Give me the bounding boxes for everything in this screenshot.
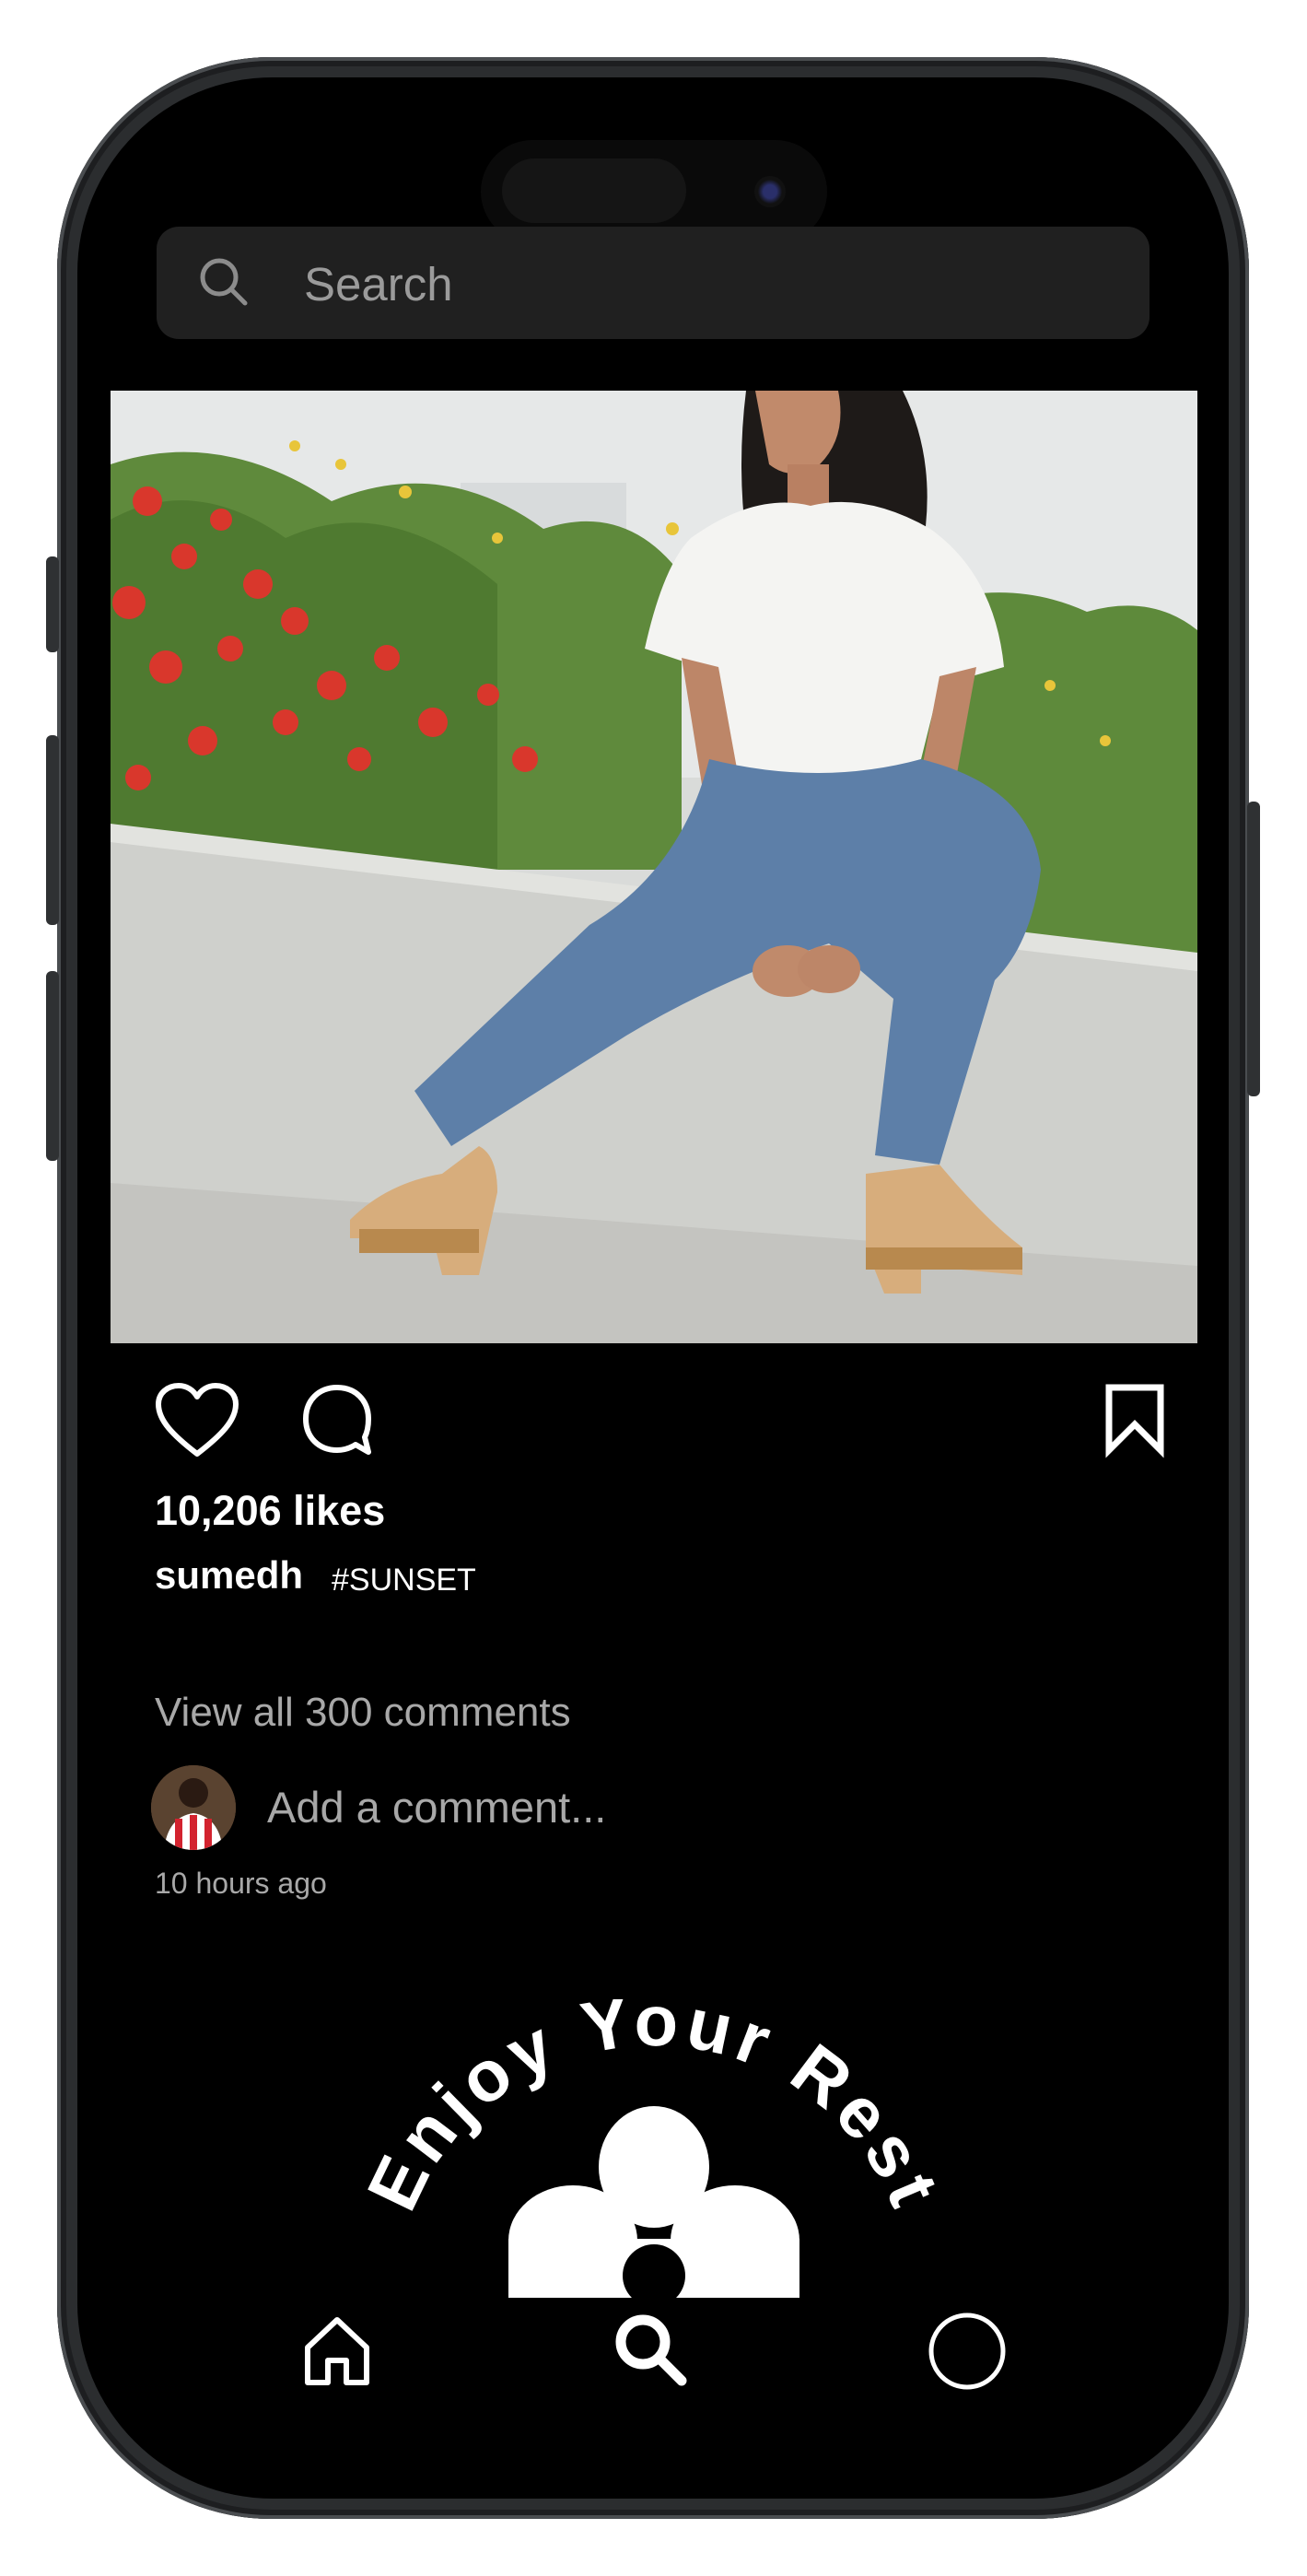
- home-icon: [305, 2317, 369, 2385]
- search-icon: [195, 253, 252, 310]
- island-sensor: [502, 158, 686, 223]
- nav-profile-button[interactable]: [927, 2311, 1008, 2392]
- heart-icon: [156, 1383, 239, 1457]
- volume-up-button: [46, 735, 59, 925]
- circle-icon: [928, 2313, 1006, 2390]
- post-image[interactable]: [111, 391, 1197, 1343]
- front-camera: [754, 176, 786, 207]
- comment-bubble-icon: [303, 1385, 371, 1455]
- post-hashtag[interactable]: #SUNSET: [332, 1563, 476, 1598]
- volume-down-button: [46, 971, 59, 1161]
- add-comment-input[interactable]: Add a comment...: [267, 1782, 606, 1832]
- post-timestamp: 10 hours ago: [155, 1867, 327, 1900]
- search-input[interactable]: [304, 243, 1114, 324]
- post-username[interactable]: sumedh: [155, 1553, 303, 1598]
- view-all-comments-link[interactable]: View all 300 comments: [155, 1690, 571, 1736]
- nav-home-button[interactable]: [300, 2314, 374, 2388]
- save-button[interactable]: [1103, 1382, 1166, 1459]
- nav-explore-button[interactable]: [612, 2311, 691, 2390]
- search-icon: [615, 2314, 687, 2386]
- action-button: [46, 556, 59, 652]
- like-button[interactable]: [155, 1382, 239, 1459]
- enjoy-your-rest-logo: Enjoy Your Rest: [341, 1980, 967, 2313]
- bookmark-icon: [1105, 1384, 1164, 1458]
- comment-button[interactable]: [300, 1382, 374, 1459]
- avatar: [151, 1765, 236, 1850]
- power-button: [1247, 802, 1260, 1096]
- likes-count: 10,206 likes: [155, 1487, 386, 1534]
